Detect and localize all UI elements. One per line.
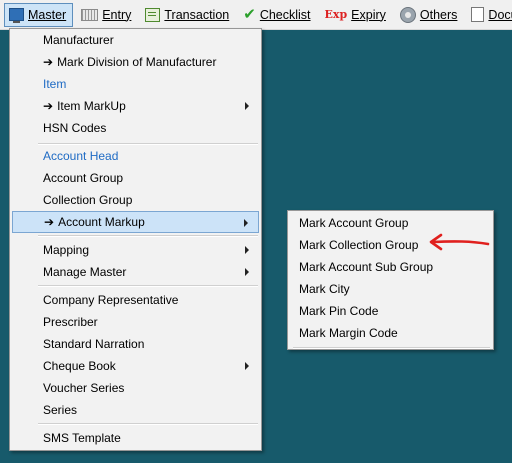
submenu-item-mark-pin-code[interactable]: Mark Pin Code xyxy=(290,300,491,322)
menu-others-label: Others xyxy=(419,7,458,22)
menu-item-manage-master[interactable]: Manage Master xyxy=(12,261,259,283)
menu-item-item-heading[interactable]: Item xyxy=(12,73,259,95)
menu-master[interactable]: Master xyxy=(4,2,74,27)
menu-item-label: Series xyxy=(43,403,78,417)
menu-item-label: Account Markup xyxy=(58,215,145,229)
menu-item-label: Item MarkUp xyxy=(57,99,126,113)
submenu-caret-icon xyxy=(244,219,248,227)
menu-checklist[interactable]: ✔ Checklist xyxy=(239,3,316,27)
submenu-caret-icon xyxy=(245,362,249,370)
menu-item-voucher-series[interactable]: Voucher Series xyxy=(12,377,259,399)
submenu-caret-icon xyxy=(245,268,249,276)
menu-checklist-label: Checklist xyxy=(259,7,311,22)
menu-item-account-group[interactable]: Account Group xyxy=(12,167,259,189)
menu-transaction[interactable]: Transaction xyxy=(141,3,235,27)
menu-item-label: Manufacturer xyxy=(43,33,114,47)
menu-item-label: Mark Account Sub Group xyxy=(299,260,434,274)
menu-item-label: Mark Account Group xyxy=(299,216,409,230)
menu-item-item-markup[interactable]: ➔ Item MarkUp xyxy=(12,95,259,117)
menu-item-hsn-codes[interactable]: HSN Codes xyxy=(12,117,259,139)
menu-document[interactable]: Docum xyxy=(467,3,512,27)
menu-item-label: Mark Collection Group xyxy=(299,238,419,252)
menu-separator xyxy=(293,347,490,349)
menu-item-sms-template[interactable]: SMS Template xyxy=(12,427,259,449)
submenu-caret-icon xyxy=(245,102,249,110)
menu-item-label: SMS Template xyxy=(43,431,121,445)
right-arrow-icon: ➔ xyxy=(43,99,54,113)
checkmark-icon: ✔ xyxy=(243,5,256,23)
master-dropdown-menu: Manufacturer ➔ Mark Division of Manufact… xyxy=(9,28,262,451)
menu-item-label: Voucher Series xyxy=(43,381,125,395)
menu-separator xyxy=(38,235,258,237)
submenu-item-mark-city[interactable]: Mark City xyxy=(290,278,491,300)
menu-item-label: Mark Division of Manufacturer xyxy=(57,55,217,69)
red-annotation-arrow-icon xyxy=(429,233,490,251)
menu-item-manufacturer[interactable]: Manufacturer xyxy=(12,29,259,51)
menu-item-label: HSN Codes xyxy=(43,121,107,135)
menu-item-account-head[interactable]: Account Head xyxy=(12,145,259,167)
menu-document-label: Docum xyxy=(488,7,512,22)
menu-item-label: Mark Margin Code xyxy=(299,326,398,340)
master-icon xyxy=(9,8,24,23)
menu-item-label: Cheque Book xyxy=(43,359,116,373)
submenu-item-mark-account-group[interactable]: Mark Account Group xyxy=(290,212,491,234)
menu-item-account-markup[interactable]: ➔ Account Markup xyxy=(12,211,259,233)
menu-entry[interactable]: Entry xyxy=(77,3,137,27)
menu-bar: Master Entry Transaction ✔ Checklist Exp… xyxy=(0,0,512,30)
expiry-icon: Exp xyxy=(324,7,348,21)
others-icon xyxy=(399,6,416,23)
menu-item-company-representative[interactable]: Company Representative xyxy=(12,289,259,311)
menu-item-mapping[interactable]: Mapping xyxy=(12,239,259,261)
menu-item-label: Mark Pin Code xyxy=(299,304,379,318)
menu-item-label: Manage Master xyxy=(43,265,127,279)
menu-expiry[interactable]: Exp Expiry xyxy=(321,3,392,27)
menu-item-standard-narration[interactable]: Standard Narration xyxy=(12,333,259,355)
account-markup-submenu: Mark Account Group Mark Collection Group… xyxy=(287,210,494,350)
menu-item-prescriber[interactable]: Prescriber xyxy=(12,311,259,333)
menu-item-label: Mark City xyxy=(299,282,350,296)
menu-separator xyxy=(38,285,258,287)
submenu-item-mark-account-sub-group[interactable]: Mark Account Sub Group xyxy=(290,256,491,278)
menu-item-label: Account Head xyxy=(43,149,119,163)
menu-master-label: Master xyxy=(28,7,67,22)
menu-others[interactable]: Others xyxy=(396,3,464,27)
menu-item-label: Account Group xyxy=(43,171,124,185)
menu-item-series[interactable]: Series xyxy=(12,399,259,421)
menu-item-collection-group[interactable]: Collection Group xyxy=(12,189,259,211)
menu-item-mark-division[interactable]: ➔ Mark Division of Manufacturer xyxy=(12,51,259,73)
right-arrow-icon: ➔ xyxy=(44,215,55,229)
menu-entry-label: Entry xyxy=(102,7,132,22)
menu-item-label: Item xyxy=(43,77,67,91)
menu-item-cheque-book[interactable]: Cheque Book xyxy=(12,355,259,377)
menu-item-label: Company Representative xyxy=(43,293,179,307)
keyboard-icon xyxy=(81,8,99,21)
menu-separator xyxy=(38,423,258,425)
menu-expiry-label: Expiry xyxy=(351,7,386,22)
menu-item-label: Prescriber xyxy=(43,315,98,329)
menu-transaction-label: Transaction xyxy=(164,7,230,22)
document-icon xyxy=(471,7,485,22)
submenu-item-mark-margin-code[interactable]: Mark Margin Code xyxy=(290,322,491,344)
menu-item-label: Collection Group xyxy=(43,193,133,207)
transaction-icon xyxy=(145,7,161,22)
menu-item-label: Mapping xyxy=(43,243,90,257)
submenu-caret-icon xyxy=(245,246,249,254)
right-arrow-icon: ➔ xyxy=(43,55,54,69)
menu-item-label: Standard Narration xyxy=(43,337,145,351)
